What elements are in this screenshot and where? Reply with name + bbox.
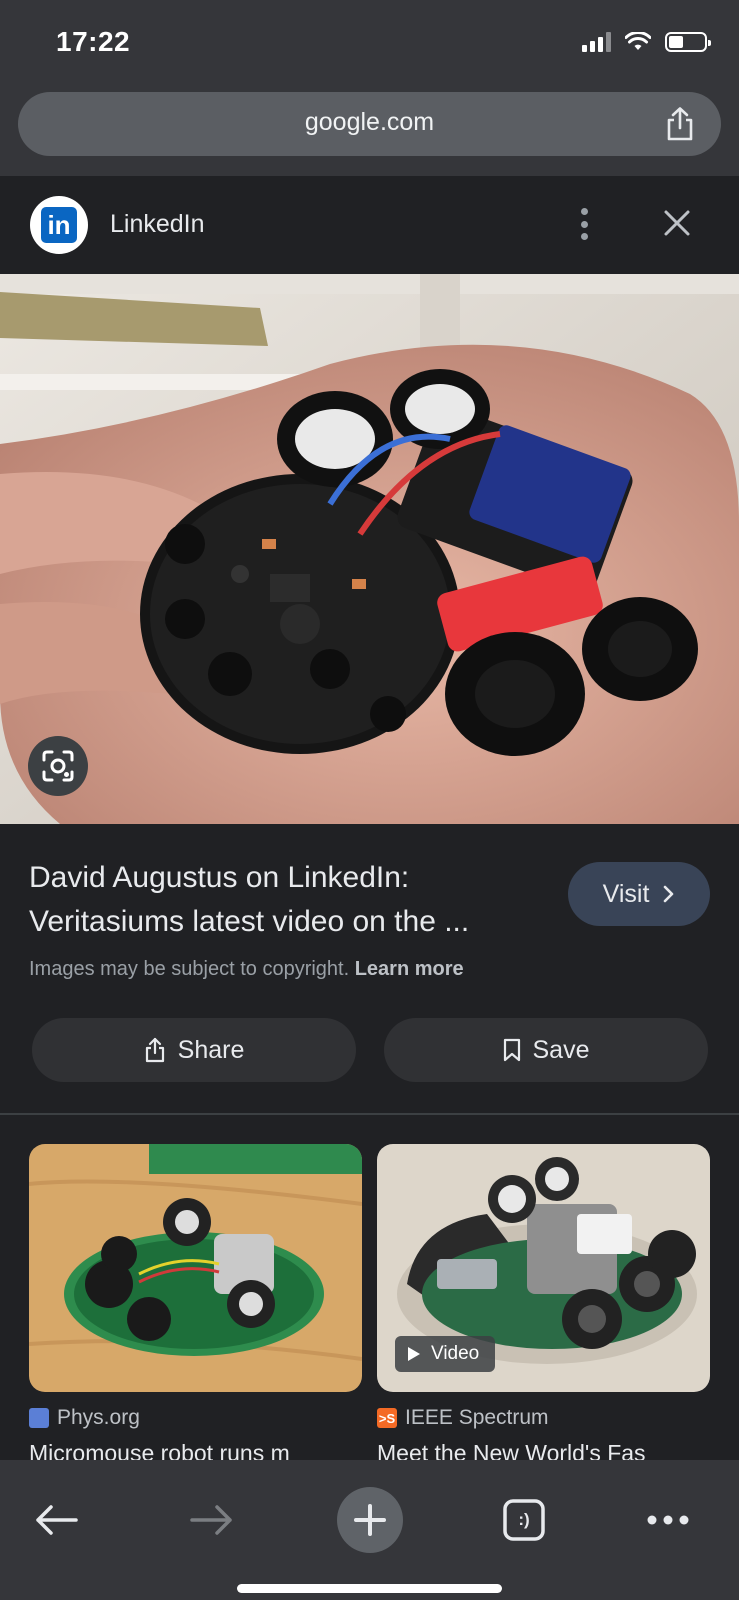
- back-button[interactable]: [24, 1490, 88, 1550]
- play-icon: [408, 1347, 420, 1361]
- panel-header: in LinkedIn: [0, 176, 739, 274]
- more-menu-button[interactable]: [636, 1490, 700, 1550]
- google-lens-button[interactable]: [28, 736, 88, 796]
- forward-button[interactable]: [180, 1490, 244, 1550]
- status-time: 17:22: [56, 26, 131, 57]
- browser-top-chrome: 17:22 google.com: [0, 0, 739, 176]
- image-result-panel: in LinkedIn David Augustus on LinkedIn: …: [0, 176, 739, 1466]
- related-source: >S IEEE Spectrum: [377, 1406, 710, 1430]
- copyright-text: Images may be subject to copyright.: [29, 958, 350, 980]
- close-icon[interactable]: [660, 206, 694, 240]
- share-icon[interactable]: [663, 106, 697, 142]
- related-source-name: Phys.org: [57, 1406, 140, 1429]
- related-result[interactable]: Video >S IEEE Spectrum Meet the New Worl…: [377, 1144, 710, 1467]
- related-source-name: IEEE Spectrum: [405, 1406, 549, 1429]
- linkedin-logo: in: [30, 196, 88, 254]
- bookmark-icon: [503, 1038, 520, 1062]
- visit-label: Visit: [602, 879, 650, 908]
- dot-icon: [580, 208, 588, 215]
- url-bar[interactable]: google.com: [18, 92, 721, 156]
- robot-in-hand-image: [0, 274, 739, 824]
- tab-switcher-button[interactable]: :): [492, 1490, 556, 1550]
- share-icon: [145, 1037, 164, 1063]
- phys-org-favicon-icon: [29, 1408, 49, 1428]
- forward-arrow-icon: [190, 1505, 232, 1535]
- related-source: Phys.org: [29, 1406, 362, 1430]
- video-badge: Video: [395, 1336, 496, 1372]
- back-arrow-icon: [36, 1505, 78, 1535]
- save-label: Save: [532, 1035, 590, 1064]
- url-text: google.com: [304, 108, 435, 136]
- tab-switcher-glyph: :): [518, 1510, 530, 1529]
- linkedin-logo-mark: in: [41, 207, 77, 243]
- dot-icon: [580, 233, 588, 240]
- video-badge-label: Video: [431, 1343, 480, 1364]
- related-thumbnail[interactable]: Video: [377, 1144, 710, 1392]
- section-divider: [0, 1113, 739, 1115]
- browser-screen: 17:22 google.com in LinkedIn David Augus…: [0, 0, 739, 1600]
- copyright-notice: Images may be subject to copyright. Lear…: [29, 958, 464, 981]
- share-label: Share: [177, 1035, 245, 1064]
- more-options-button[interactable]: [570, 206, 598, 242]
- save-button[interactable]: Save: [384, 1018, 708, 1082]
- related-thumbnail[interactable]: [29, 1144, 362, 1392]
- plus-icon: [354, 1504, 386, 1536]
- cellular-signal-icon: [582, 32, 611, 52]
- new-tab-button[interactable]: [337, 1487, 403, 1553]
- related-result[interactable]: Phys.org Micromouse robot runs m: [29, 1144, 362, 1467]
- more-horizontal-icon: [647, 1515, 689, 1525]
- learn-more-link[interactable]: Learn more: [355, 958, 464, 980]
- battery-icon: [665, 32, 711, 52]
- status-icons: [582, 32, 711, 52]
- wifi-icon: [625, 32, 651, 50]
- lens-icon: [42, 750, 74, 782]
- hero-image[interactable]: [0, 274, 739, 824]
- visit-button[interactable]: Visit: [568, 862, 710, 926]
- result-title[interactable]: David Augustus on LinkedIn: Veritasiums …: [29, 856, 549, 944]
- micromouse-image: [29, 1144, 362, 1392]
- home-indicator[interactable]: [237, 1584, 502, 1593]
- bottom-toolbar: :): [0, 1460, 739, 1600]
- share-button[interactable]: Share: [32, 1018, 356, 1082]
- ieee-spectrum-favicon-icon: >S: [377, 1408, 397, 1428]
- chevron-right-icon: [664, 885, 674, 903]
- site-name[interactable]: LinkedIn: [110, 210, 205, 239]
- dot-icon: [580, 220, 588, 228]
